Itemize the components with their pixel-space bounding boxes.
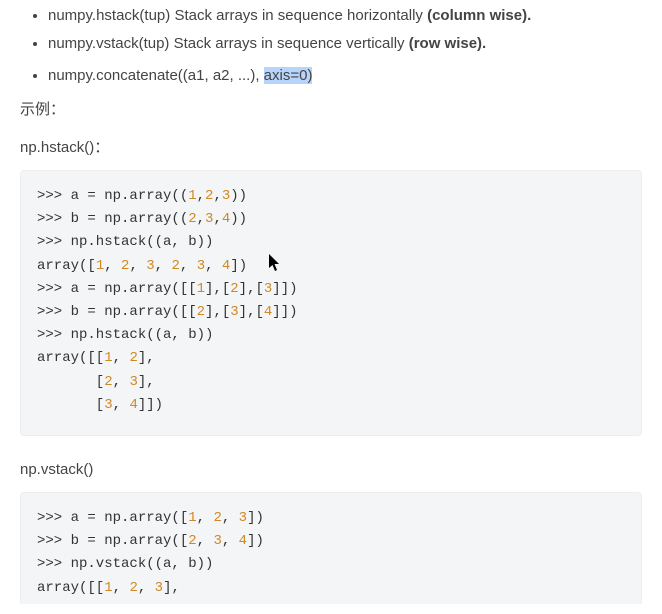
bullet-vstack-text: numpy.vstack(tup) Stack arrays in sequen… <box>48 35 409 52</box>
t: ],[ <box>239 304 264 320</box>
t: [ <box>37 397 104 413</box>
num: 2 <box>197 304 205 320</box>
num: 4 <box>239 533 247 549</box>
num: 1 <box>197 281 205 297</box>
t: , <box>222 533 239 549</box>
num: 3 <box>222 188 230 204</box>
code-line: >>> b = np.array([ <box>37 533 188 549</box>
num: 2 <box>213 510 221 526</box>
t: , <box>180 258 197 274</box>
num: 4 <box>222 211 230 227</box>
t: ]) <box>247 533 264 549</box>
t: array([[ <box>37 580 104 596</box>
t: ]]) <box>272 281 297 297</box>
t: ],[ <box>205 281 230 297</box>
t: ],[ <box>205 304 230 320</box>
t: , <box>197 510 214 526</box>
num: 1 <box>104 350 112 366</box>
num: 2 <box>171 258 179 274</box>
t: , <box>213 188 221 204</box>
num: 2 <box>129 580 137 596</box>
bullet-vstack: numpy.vstack(tup) Stack arrays in sequen… <box>48 32 642 56</box>
code-line: >>> b = np.array([[ <box>37 304 197 320</box>
bullet-hstack-bold: (column wise). <box>427 7 531 24</box>
bullet-list-2: numpy.concatenate((a1, a2, ...), axis=0) <box>20 64 642 88</box>
num: 1 <box>188 188 196 204</box>
num: 2 <box>104 374 112 390</box>
num: 3 <box>197 258 205 274</box>
t: , <box>222 510 239 526</box>
num: 3 <box>129 374 137 390</box>
t: , <box>104 258 121 274</box>
t: , <box>197 533 214 549</box>
t: array([ <box>37 258 96 274</box>
code-block-vstack: >>> a = np.array([1, 2, 3]) >>> b = np.a… <box>20 492 642 604</box>
t: ]]) <box>138 397 163 413</box>
num: 2 <box>188 211 196 227</box>
num: 2 <box>129 350 137 366</box>
bullet-vstack-bold: (row wise). <box>409 35 487 52</box>
t: , <box>155 258 172 274</box>
hstack-label: np.hstack()： <box>20 136 642 160</box>
t: , <box>205 258 222 274</box>
t: , <box>113 350 130 366</box>
bullet-hstack-text: numpy.hstack(tup) Stack arrays in sequen… <box>48 7 427 24</box>
num: 2 <box>230 281 238 297</box>
num: 2 <box>188 533 196 549</box>
t: , <box>113 397 130 413</box>
bullet-concat-text: numpy.concatenate((a1, a2, ...), <box>48 67 264 84</box>
code-line: >>> a = np.array(( <box>37 188 188 204</box>
num: 1 <box>188 510 196 526</box>
t: , <box>197 211 205 227</box>
bullet-concatenate: numpy.concatenate((a1, a2, ...), axis=0) <box>48 64 642 88</box>
bullet-list-1: numpy.hstack(tup) Stack arrays in sequen… <box>20 4 642 56</box>
num: 3 <box>104 397 112 413</box>
t: ], <box>138 350 155 366</box>
code-line: >>> np.hstack((a, b)) <box>37 234 213 250</box>
code-line: >>> a = np.array([ <box>37 510 188 526</box>
num: 3 <box>239 510 247 526</box>
t: , <box>138 580 155 596</box>
document-page: numpy.hstack(tup) Stack arrays in sequen… <box>0 4 662 614</box>
code-line: >>> np.vstack((a, b)) <box>37 556 213 572</box>
t: )) <box>230 188 247 204</box>
t: , <box>129 258 146 274</box>
num: 1 <box>96 258 104 274</box>
example-label: 示例： <box>20 98 642 122</box>
num: 1 <box>104 580 112 596</box>
t: array([[ <box>37 350 104 366</box>
code-line: >>> np.hstack((a, b)) <box>37 327 213 343</box>
t: ],[ <box>239 281 264 297</box>
vstack-label: np.vstack() <box>20 458 642 482</box>
t: , <box>213 211 221 227</box>
num: 3 <box>213 533 221 549</box>
num: 3 <box>155 580 163 596</box>
code-line: >>> a = np.array([[ <box>37 281 197 297</box>
t: , <box>197 188 205 204</box>
t: ]) <box>230 258 247 274</box>
num: 3 <box>230 304 238 320</box>
highlight-axis0: axis=0) <box>264 67 313 84</box>
t: ], <box>138 374 155 390</box>
t: ]]) <box>272 304 297 320</box>
num: 4 <box>129 397 137 413</box>
bullet-hstack: numpy.hstack(tup) Stack arrays in sequen… <box>48 4 642 28</box>
t: )) <box>230 211 247 227</box>
code-block-hstack: >>> a = np.array((1,2,3)) >>> b = np.arr… <box>20 170 642 436</box>
t: , <box>113 374 130 390</box>
num: 3 <box>146 258 154 274</box>
t: ], <box>163 580 180 596</box>
code-line: >>> b = np.array(( <box>37 211 188 227</box>
t: [ <box>37 374 104 390</box>
t: , <box>113 580 130 596</box>
t: ]) <box>247 510 264 526</box>
